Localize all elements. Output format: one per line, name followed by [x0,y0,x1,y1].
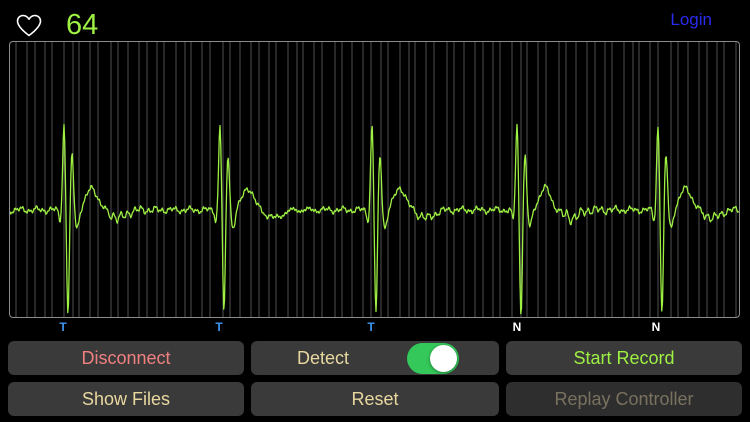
ecg-trace [10,123,739,315]
show-files-label: Show Files [81,388,171,409]
replay-controller-button[interactable]: Replay Controller [506,382,742,416]
show-files-button[interactable]: Show Files [8,382,244,416]
toggle-knob [430,345,457,372]
beat-label: T [367,320,375,334]
login-link[interactable]: Login [670,10,712,30]
reset-label: Reset [351,388,399,409]
disconnect-label: Disconnect [81,347,171,368]
detect-control: Detect [251,341,499,375]
beat-label: T [215,320,223,334]
detect-toggle[interactable] [407,343,459,374]
reset-button[interactable]: Reset [251,382,499,416]
detect-label: Detect [297,347,350,368]
replay-controller-label: Replay Controller [554,388,694,409]
beat-label: N [651,320,661,334]
ecg-waveform-panel [9,41,740,318]
disconnect-button[interactable]: Disconnect [8,341,244,375]
ecg-grid [15,42,737,317]
ecg-chart [10,42,739,317]
beat-label: N [512,320,522,334]
beat-label: T [59,320,67,334]
start-record-label: Start Record [573,347,675,368]
heart-rate-value: 64 [66,9,99,41]
start-record-button[interactable]: Start Record [506,341,742,375]
heart-icon [16,14,42,38]
